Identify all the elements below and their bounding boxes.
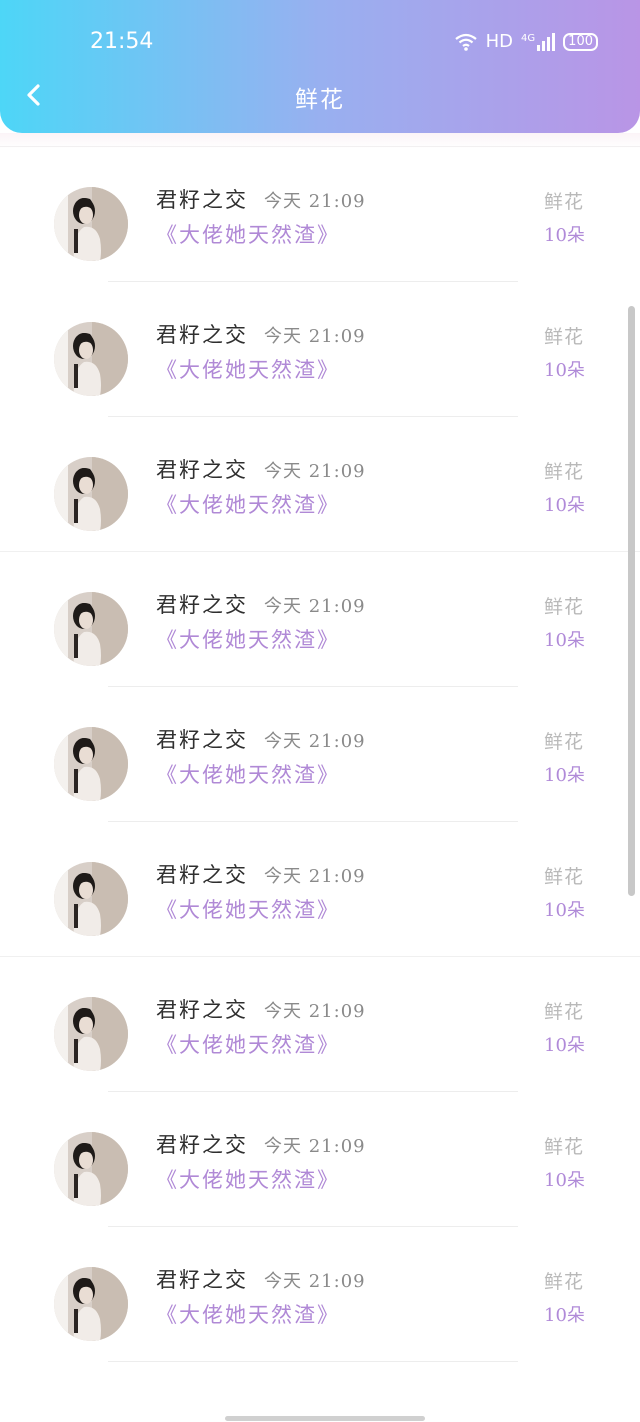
avatar[interactable] [54, 457, 128, 531]
list-item[interactable]: 君籽之交 今天 21:09 《大佬她天然渣》 鲜花 10朵 [0, 417, 640, 552]
gift-count: 10朵 [544, 225, 585, 246]
list-item[interactable]: 君籽之交 今天 21:09 《大佬她天然渣》 鲜花 10朵 [0, 552, 640, 687]
book-title-link[interactable]: 《大佬她天然渣》 [156, 489, 340, 519]
status-icons: HD 4G 100 [454, 31, 598, 52]
gift-type: 鲜花 [544, 191, 585, 213]
gift-type: 鲜花 [544, 866, 585, 888]
gift-record-list-inner: 君籽之交 今天 21:09 《大佬她天然渣》 鲜花 10朵 君籽之交 今天 21… [0, 133, 640, 1362]
gift-count: 10朵 [544, 630, 585, 651]
battery-icon: 100 [563, 32, 598, 51]
list-item[interactable]: 君籽之交 今天 21:09 《大佬她天然渣》 鲜花 10朵 [0, 1092, 640, 1227]
avatar-image [54, 1267, 128, 1341]
gift-count: 10朵 [544, 765, 585, 786]
avatar-image [54, 727, 128, 801]
status-time: 21:54 [90, 29, 154, 54]
send-time: 今天 21:09 [264, 1271, 366, 1292]
gift-type: 鲜花 [544, 596, 585, 618]
user-name: 君籽之交 [156, 1268, 248, 1292]
avatar[interactable] [54, 727, 128, 801]
avatar[interactable] [54, 997, 128, 1071]
gift-type: 鲜花 [544, 326, 585, 348]
signal-label: 4G [521, 32, 536, 44]
send-time: 今天 21:09 [264, 461, 366, 482]
book-title-link[interactable]: 《大佬她天然渣》 [156, 1029, 340, 1059]
book-title-link[interactable]: 《大佬她天然渣》 [156, 624, 340, 654]
list-item[interactable]: 君籽之交 今天 21:09 《大佬她天然渣》 鲜花 10朵 [0, 822, 640, 957]
book-title-link[interactable]: 《大佬她天然渣》 [156, 759, 340, 789]
send-time: 今天 21:09 [264, 1136, 366, 1157]
send-time: 今天 21:09 [264, 1001, 366, 1022]
gift-type: 鲜花 [544, 1001, 585, 1023]
avatar-image [54, 997, 128, 1071]
send-time: 今天 21:09 [264, 326, 366, 347]
book-title-link[interactable]: 《大佬她天然渣》 [156, 1164, 340, 1194]
gift-count: 10朵 [544, 1035, 585, 1056]
gift-type: 鲜花 [544, 731, 585, 753]
avatar[interactable] [54, 862, 128, 936]
list-top-fade [0, 133, 640, 149]
avatar-image [54, 457, 128, 531]
gift-count: 10朵 [544, 495, 585, 516]
send-time: 今天 21:09 [264, 191, 366, 212]
gift-count: 10朵 [544, 360, 585, 381]
avatar-image [54, 862, 128, 936]
list-item[interactable]: 君籽之交 今天 21:09 《大佬她天然渣》 鲜花 10朵 [0, 687, 640, 822]
user-name: 君籽之交 [156, 323, 248, 347]
send-time: 今天 21:09 [264, 866, 366, 887]
list-item[interactable]: 君籽之交 今天 21:09 《大佬她天然渣》 鲜花 10朵 [0, 1227, 640, 1362]
user-name: 君籽之交 [156, 863, 248, 887]
avatar[interactable] [54, 1267, 128, 1341]
user-name: 君籽之交 [156, 188, 248, 212]
avatar-image [54, 187, 128, 261]
home-indicator[interactable] [225, 1416, 425, 1421]
avatar-image [54, 322, 128, 396]
signal-icon: 4G [521, 32, 556, 51]
page-title: 鲜花 [295, 87, 345, 113]
book-title-link[interactable]: 《大佬她天然渣》 [156, 219, 340, 249]
gift-type: 鲜花 [544, 1271, 585, 1293]
user-name: 君籽之交 [156, 458, 248, 482]
avatar-image [54, 1132, 128, 1206]
app-header: 21:54 HD 4G 100 鲜花 [0, 0, 640, 133]
list-item[interactable]: 君籽之交 今天 21:09 《大佬她天然渣》 鲜花 10朵 [0, 282, 640, 417]
avatar[interactable] [54, 592, 128, 666]
avatar-image [54, 592, 128, 666]
gift-count: 10朵 [544, 1305, 585, 1326]
send-time: 今天 21:09 [264, 596, 366, 617]
book-title-link[interactable]: 《大佬她天然渣》 [156, 894, 340, 924]
list-item[interactable]: 君籽之交 今天 21:09 《大佬她天然渣》 鲜花 10朵 [0, 957, 640, 1092]
wifi-icon [454, 33, 477, 51]
user-name: 君籽之交 [156, 728, 248, 752]
battery-level: 100 [568, 33, 593, 49]
user-name: 君籽之交 [156, 1133, 248, 1157]
gift-count: 10朵 [544, 1170, 585, 1191]
network-label: HD [485, 31, 514, 52]
send-time: 今天 21:09 [264, 731, 366, 752]
gift-record-list[interactable]: 君籽之交 今天 21:09 《大佬她天然渣》 鲜花 10朵 君籽之交 今天 21… [0, 133, 640, 1422]
gift-type: 鲜花 [544, 461, 585, 483]
user-name: 君籽之交 [156, 998, 248, 1022]
avatar[interactable] [54, 322, 128, 396]
book-title-link[interactable]: 《大佬她天然渣》 [156, 1299, 340, 1329]
gift-count: 10朵 [544, 900, 585, 921]
book-title-link[interactable]: 《大佬她天然渣》 [156, 354, 340, 384]
list-item[interactable]: 君籽之交 今天 21:09 《大佬她天然渣》 鲜花 10朵 [0, 147, 640, 282]
gift-type: 鲜花 [544, 1136, 585, 1158]
avatar[interactable] [54, 1132, 128, 1206]
avatar[interactable] [54, 187, 128, 261]
scrollbar[interactable] [628, 306, 635, 896]
user-name: 君籽之交 [156, 593, 248, 617]
